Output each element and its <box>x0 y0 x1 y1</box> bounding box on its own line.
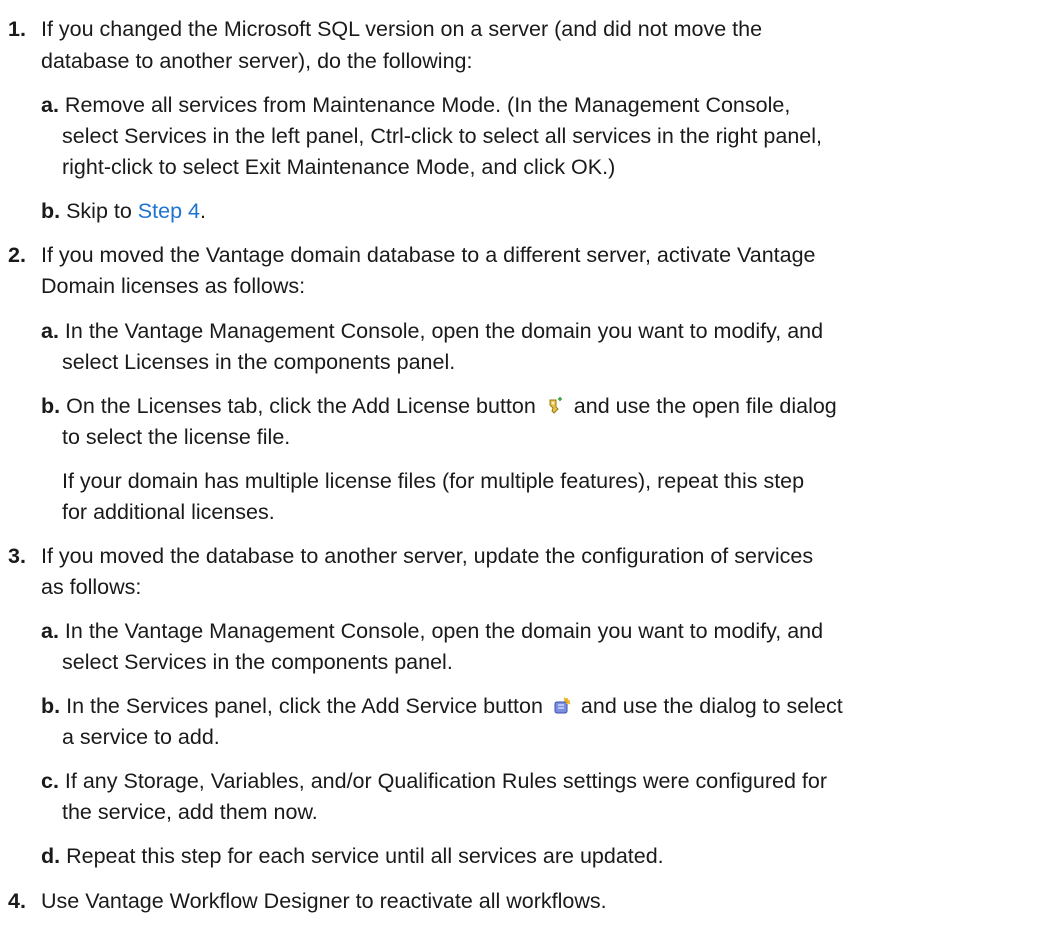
substep-text: In the Vantage Management Console, open … <box>64 619 824 643</box>
substep-text: Remove all services from Maintenance Mod… <box>64 93 791 117</box>
step-number: 3. <box>8 544 26 568</box>
substep: b. On the Licenses tab, click the Add Li… <box>41 391 837 421</box>
substep-label: a. <box>41 319 59 343</box>
substep-text: and use the open file dialog <box>573 394 837 418</box>
step-text: as follows: <box>41 575 142 599</box>
add-license-icon <box>546 397 564 415</box>
substep-label: b. <box>41 694 61 718</box>
step-text: database to another server), do the foll… <box>41 49 473 73</box>
substep-text: On the Licenses tab, click the Add Licen… <box>66 394 536 418</box>
step-text: Domain licenses as follows: <box>41 274 306 298</box>
substep: c. If any Storage, Variables, and/or Qua… <box>41 766 827 796</box>
substep-text: select Licenses in the components panel. <box>62 350 456 374</box>
step-text: If you changed the Microsoft SQL version… <box>41 17 763 41</box>
step-number: 2. <box>8 243 26 267</box>
substep-text: select Services in the components panel. <box>62 650 453 674</box>
substep-label: c. <box>41 769 59 793</box>
substep: b. Skip to Step 4. <box>41 196 206 226</box>
substep: a. Remove all services from Maintenance … <box>41 90 790 120</box>
step-4-link[interactable]: Step 4 <box>138 199 200 223</box>
substep: a. In the Vantage Management Console, op… <box>41 316 823 346</box>
substep-text: a service to add. <box>62 725 220 749</box>
substep-text: In the Services panel, click the Add Ser… <box>66 694 543 718</box>
substep-label: d. <box>41 844 61 868</box>
substep-label: b. <box>41 394 61 418</box>
document-page: 1. If you changed the Microsoft SQL vers… <box>0 0 1047 936</box>
substep-text: to select the license file. <box>62 425 291 449</box>
substep: b. In the Services panel, click the Add … <box>41 691 843 721</box>
substep-text: the service, add them now. <box>62 800 318 824</box>
substep-label: a. <box>41 619 59 643</box>
substep-text: right-click to select Exit Maintenance M… <box>62 155 616 179</box>
step-text: If you moved the Vantage domain database… <box>41 243 816 267</box>
substep: a. In the Vantage Management Console, op… <box>41 616 823 646</box>
step-text: Use Vantage Workflow Designer to reactiv… <box>41 889 607 913</box>
substep-label: a. <box>41 93 59 117</box>
note-text: If your domain has multiple license file… <box>62 469 805 493</box>
step-text: If you moved the database to another ser… <box>41 544 814 568</box>
substep-text-suffix: . <box>199 199 206 223</box>
step-number: 4. <box>8 889 26 913</box>
substep-text: If any Storage, Variables, and/or Qualif… <box>64 769 827 793</box>
substep-text: In the Vantage Management Console, open … <box>64 319 824 343</box>
substep-text: select Services in the left panel, Ctrl-… <box>62 124 822 148</box>
note-text: for additional licenses. <box>62 500 275 524</box>
substep-text: Repeat this step for each service until … <box>66 844 664 868</box>
step-number: 1. <box>8 17 26 41</box>
substep-text: Skip to <box>66 199 138 223</box>
add-service-icon <box>553 697 571 715</box>
substep-text: and use the dialog to select <box>580 694 843 718</box>
substep: d. Repeat this step for each service unt… <box>41 841 664 871</box>
substep-label: b. <box>41 199 61 223</box>
